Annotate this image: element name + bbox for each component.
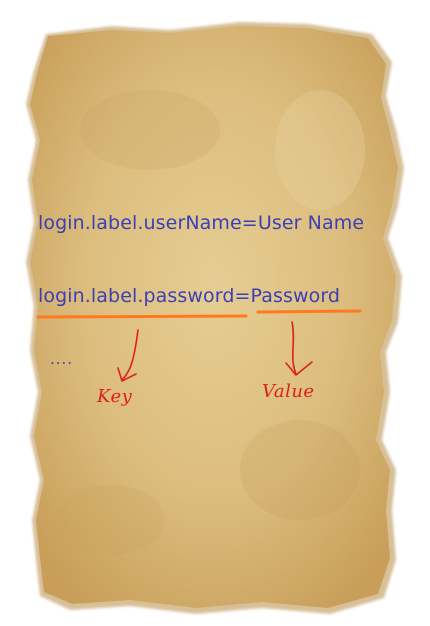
key-underline: [36, 314, 248, 319]
paper-stain: [240, 420, 360, 520]
paper-stain: [80, 90, 220, 170]
key-annotation-label: Key: [97, 386, 133, 407]
more-lines-ellipsis: ....: [50, 350, 74, 368]
password-property-line: login.label.password=Password: [38, 285, 340, 307]
password-property-key: login.label.password=: [38, 285, 251, 307]
paper-stain: [275, 90, 365, 210]
username-property-line: login.label.userName=User Name: [38, 212, 365, 234]
value-underline: [256, 309, 362, 314]
parchment-paper: [26, 22, 404, 614]
password-property-value: Password: [250, 285, 341, 307]
paper-stain: [55, 485, 165, 555]
value-annotation-label: Value: [262, 381, 315, 402]
